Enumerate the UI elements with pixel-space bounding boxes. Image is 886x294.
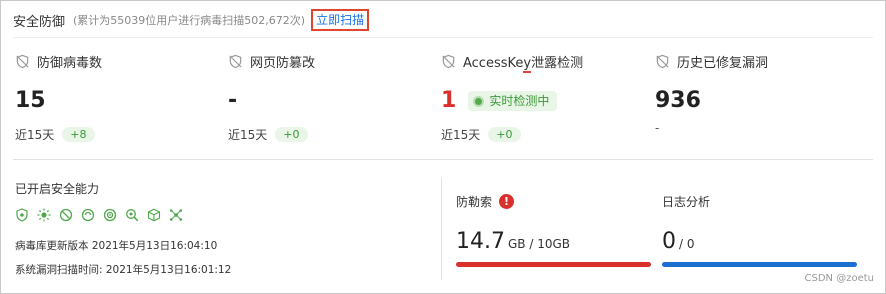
no-entry-icon[interactable] [59, 208, 73, 222]
panel-header: 安全防御 (累计为55039位用户进行病毒扫描502,672次) 立即扫描 [13, 8, 370, 32]
metric-used: 0 [662, 229, 676, 254]
stat-accesskey-leak: AccessKey泄露检测 1 实时检测中 近15天 +0 [441, 51, 681, 145]
period-label: 近15天 [228, 127, 268, 142]
capabilities-title: 已开启安全能力 [15, 182, 100, 196]
target-icon[interactable] [103, 208, 117, 222]
shield-slash-icon [656, 54, 669, 68]
cube-icon[interactable] [147, 208, 161, 222]
stat-virus-defense: 防御病毒数 15 近15天 +8 [15, 51, 215, 145]
period-label: 近15天 [15, 127, 55, 142]
shield-slash-icon [16, 54, 29, 68]
realtime-status-badge: 实时检测中 [468, 91, 558, 111]
status-dot-icon [473, 95, 485, 107]
virus-db-version: 病毒库更新版本 2021年5月13日16:04:10 [15, 240, 218, 252]
vertical-divider [441, 178, 442, 280]
page-title: 安全防御 [13, 14, 66, 30]
stat-label: 防御病毒数 [37, 55, 103, 71]
stat-label: 网页防篡改 [250, 55, 316, 71]
status-text: 实时检测中 [489, 94, 550, 108]
metric-total: GB / 10GB [507, 237, 570, 251]
shield-slash-icon [229, 54, 242, 68]
watermark: CSDN @zoetu [804, 273, 874, 284]
stat-value: - [228, 88, 238, 113]
ransomware-usage-bar [456, 262, 651, 267]
stat-value: 936 [655, 88, 701, 113]
stat-value: 1 [441, 88, 457, 113]
search-bug-icon[interactable] [125, 208, 139, 222]
stat-sub: - [655, 121, 660, 135]
stat-label: AccessKey泄露检测 [463, 52, 584, 73]
warning-icon: ! [499, 193, 515, 209]
stat-fixed-vulns: 历史已修复漏洞 936 - [655, 51, 855, 135]
delta-badge: +8 [62, 126, 95, 142]
virus-shield-icon[interactable] [15, 208, 29, 222]
log-analysis-metric[interactable]: 日志分析 0 / 0 [662, 192, 857, 267]
metric-label: 防勒索 [456, 194, 493, 209]
metric-total: / 0 [679, 237, 695, 251]
shield-slash-icon [442, 54, 455, 68]
ransomware-metric[interactable]: 防勒索 ! 14.7 GB / 10GB [456, 192, 651, 267]
label-prefix: AccessKe [463, 55, 524, 71]
label-suffix: 泄露检测 [531, 55, 584, 71]
log-usage-bar [662, 262, 857, 267]
divider [13, 37, 873, 38]
label-highlight: y [523, 55, 532, 73]
metric-label: 日志分析 [662, 194, 711, 209]
stat-value: 15 [15, 88, 46, 113]
scan-summary: (累计为55039位用户进行病毒扫描502,672次) [73, 14, 306, 27]
divider [13, 159, 873, 160]
sun-icon[interactable] [37, 208, 51, 222]
metric-used: 14.7 [456, 229, 505, 254]
delta-badge: +0 [275, 126, 308, 142]
period-label: 近15天 [441, 127, 481, 142]
capability-icons [15, 208, 183, 222]
cycle-icon[interactable] [81, 208, 95, 222]
network-icon[interactable] [169, 208, 183, 222]
scan-now-button[interactable]: 立即扫描 [311, 9, 370, 31]
stat-value-row: 1 实时检测中 [441, 87, 681, 115]
vuln-scan-time: 系统漏洞扫描时间: 2021年5月13日16:01:12 [15, 264, 232, 276]
stat-web-tamper: 网页防篡改 - 近15天 +0 [228, 51, 428, 145]
delta-badge: +0 [488, 126, 521, 142]
stat-label: 历史已修复漏洞 [677, 55, 769, 71]
